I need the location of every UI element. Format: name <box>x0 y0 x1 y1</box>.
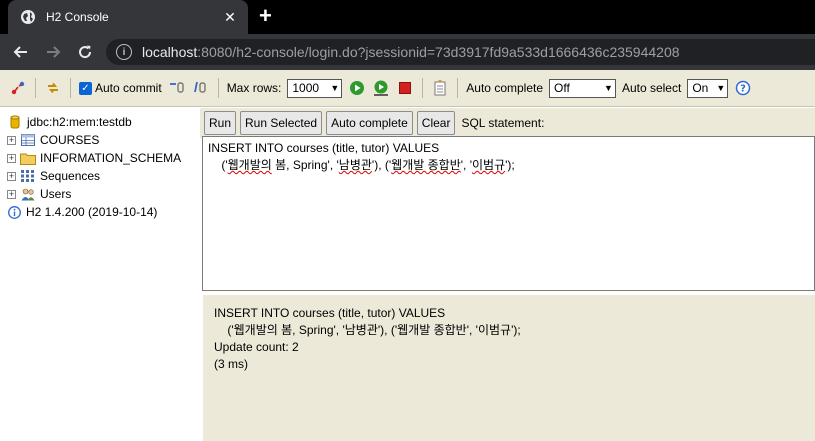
expand-icon[interactable]: + <box>7 171 16 181</box>
tree-item-label: Sequences <box>40 169 101 183</box>
rollback-icon[interactable] <box>167 78 187 98</box>
result-line: ('웹개발의 봄, Spring', '남병관'), ('웹개발 종합반', '… <box>214 323 521 337</box>
database-icon <box>7 115 23 129</box>
tree-item-sequences[interactable]: + Sequences <box>0 167 200 185</box>
globe-icon <box>20 9 36 25</box>
browser-tab[interactable]: H2 Console ✕ <box>8 0 248 34</box>
expand-icon[interactable]: + <box>7 189 16 199</box>
toolbar-separator <box>457 78 459 98</box>
max-rows-select[interactable]: 1000 ▼ <box>287 78 343 98</box>
url-text: localhost:8080/h2-console/login.do?jsess… <box>142 44 680 60</box>
connection-label: jdbc:h2:mem:testdb <box>27 115 132 129</box>
sql-editor[interactable]: INSERT INTO courses (title, tutor) VALUE… <box>202 136 815 291</box>
h2-toolbar: ✓ Auto commit Max rows: 1000 ▼ Auto compl… <box>0 70 815 107</box>
tree-item-label: COURSES <box>40 133 100 147</box>
max-rows-label: Max rows: <box>226 81 282 95</box>
query-button-row: Run Run Selected Auto complete Clear SQL… <box>200 108 815 138</box>
table-icon <box>20 133 36 147</box>
sql-statement-label: SQL statement: <box>461 116 545 130</box>
chevron-down-icon: ▼ <box>604 83 613 93</box>
tree-item-information-schema[interactable]: + INFORMATION_SCHEMA <box>0 149 200 167</box>
svg-text:?: ? <box>740 84 746 95</box>
address-bar[interactable]: i localhost:8080/h2-console/login.do?jse… <box>106 39 815 65</box>
auto-complete-button[interactable]: Auto complete <box>326 111 413 135</box>
auto-commit-label: Auto commit <box>95 81 162 95</box>
browser-navbar: i localhost:8080/h2-console/login.do?jse… <box>0 34 815 70</box>
new-tab-button[interactable]: + <box>259 5 272 27</box>
clear-button[interactable]: Clear <box>416 111 456 135</box>
toolbar-separator <box>70 78 71 98</box>
editor-line: INSERT INTO courses (title, tutor) VALUE… <box>208 141 440 155</box>
tab-title: H2 Console <box>46 10 109 24</box>
toolbar-separator <box>35 78 36 98</box>
auto-select-select[interactable]: On ▼ <box>687 78 729 98</box>
chevron-down-icon: ▼ <box>716 83 726 93</box>
info-icon <box>6 205 22 219</box>
update-count: Update count: 2 <box>214 340 299 354</box>
reload-icon[interactable] <box>74 41 96 63</box>
schema-tree: jdbc:h2:mem:testdb + COURSES + INFORMATI… <box>0 108 200 441</box>
users-icon <box>20 187 36 201</box>
commit-icon[interactable] <box>191 78 211 98</box>
folder-icon <box>20 151 36 165</box>
expand-icon[interactable]: + <box>7 153 16 163</box>
auto-select-label: Auto select <box>621 81 682 95</box>
disconnect-icon[interactable] <box>8 78 28 98</box>
tree-version: H2 1.4.200 (2019-10-14) <box>0 203 200 221</box>
expand-icon[interactable]: + <box>7 135 16 145</box>
run-button[interactable]: Run <box>204 111 237 135</box>
result-panel: INSERT INTO courses (title, tutor) VALUE… <box>203 295 815 441</box>
history-icon[interactable] <box>430 78 450 98</box>
run-selected-button[interactable]: Run Selected <box>240 111 323 135</box>
auto-commit-checkbox[interactable]: ✓ <box>79 81 92 95</box>
sequences-icon <box>20 169 36 183</box>
auto-complete-select[interactable]: Off ▼ <box>549 78 616 98</box>
auto-complete-label: Auto complete <box>466 81 544 95</box>
back-arrow-icon[interactable] <box>10 41 32 63</box>
tree-connection[interactable]: jdbc:h2:mem:testdb <box>0 113 200 131</box>
forward-arrow-icon[interactable] <box>42 41 64 63</box>
result-line: INSERT INTO courses (title, tutor) VALUE… <box>214 306 446 320</box>
version-label: H2 1.4.200 (2019-10-14) <box>26 205 158 219</box>
close-icon[interactable]: ✕ <box>220 9 240 26</box>
refresh-icon[interactable] <box>43 78 63 98</box>
run-icon[interactable] <box>347 78 367 98</box>
run-selected-icon[interactable] <box>371 78 391 98</box>
toolbar-separator <box>422 78 424 98</box>
tree-item-label: INFORMATION_SCHEMA <box>40 151 182 165</box>
help-icon[interactable]: ? <box>733 78 753 98</box>
toolbar-separator <box>217 78 219 98</box>
execution-time: (3 ms) <box>214 357 248 371</box>
chevron-down-icon: ▼ <box>330 83 340 93</box>
editor-line: ('웹개발의 봄, Spring', '남병관'), ('웹개발 종합반', '… <box>208 158 515 172</box>
tree-item-courses[interactable]: + COURSES <box>0 131 200 149</box>
tree-item-label: Users <box>40 187 72 201</box>
browser-tabstrip: H2 Console ✕ + <box>0 0 815 34</box>
site-info-icon[interactable]: i <box>116 44 132 60</box>
stop-icon[interactable] <box>395 78 415 98</box>
tree-item-users[interactable]: + Users <box>0 185 200 203</box>
